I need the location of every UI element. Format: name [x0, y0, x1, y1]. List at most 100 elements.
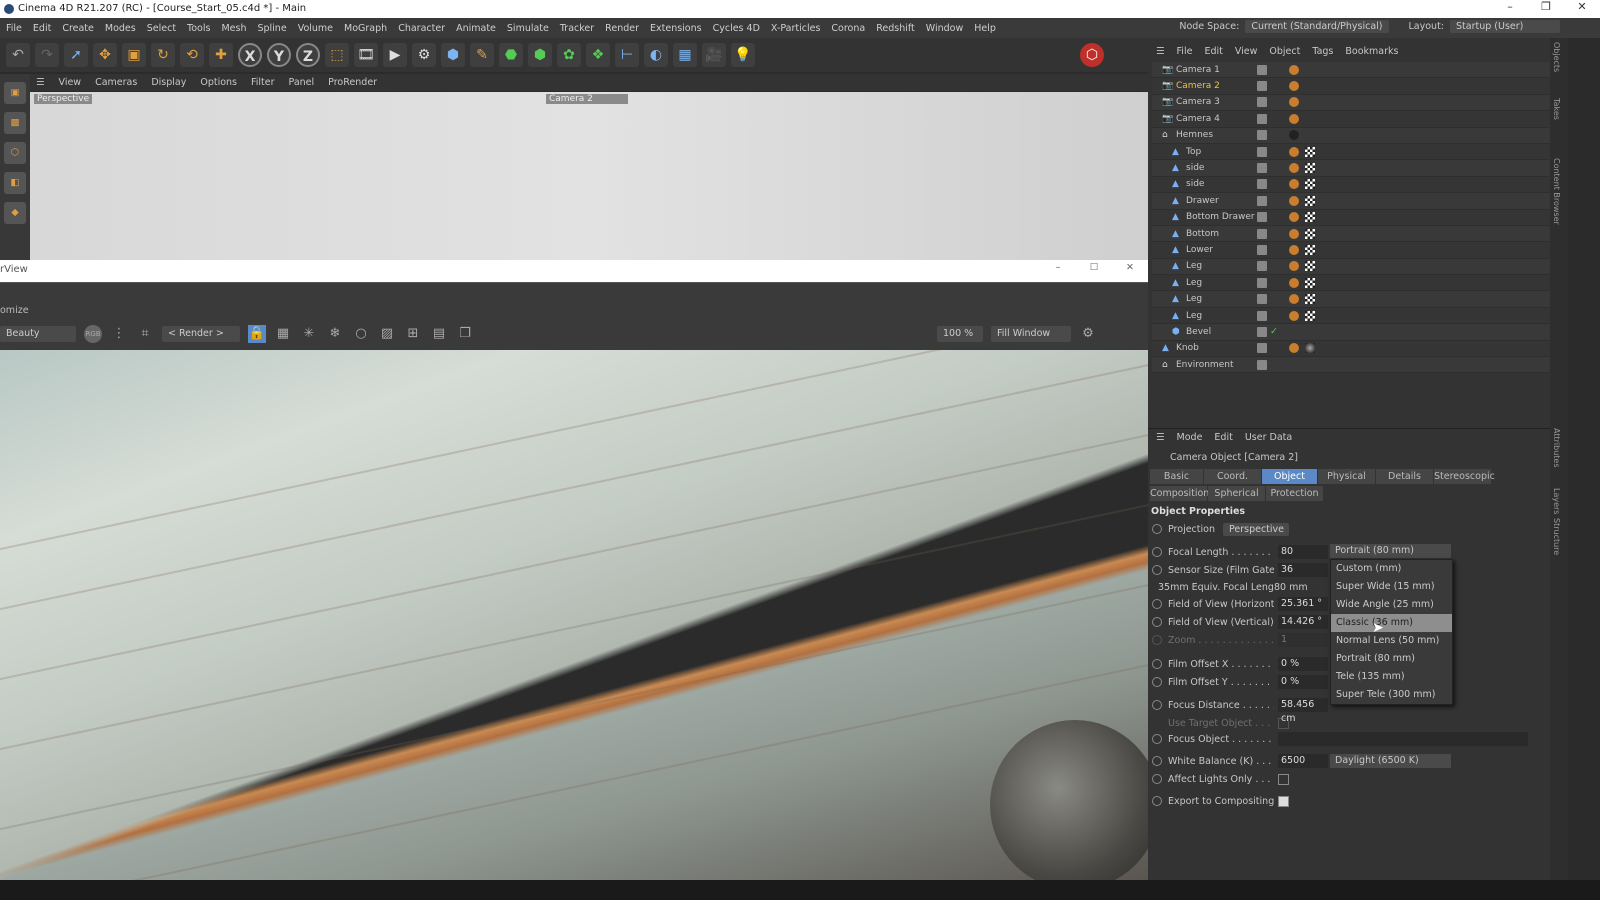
- object-row[interactable]: ▲ Bottom Drawer: [1152, 209, 1550, 226]
- viewport-menu-options[interactable]: Options: [200, 77, 237, 88]
- edges-mode-icon[interactable]: ◆: [4, 202, 26, 224]
- fov-v-input[interactable]: 14.426 °: [1278, 615, 1328, 629]
- focus-distance-input[interactable]: 58.456 cm: [1278, 698, 1328, 724]
- visibility-toggle[interactable]: [1257, 326, 1267, 337]
- sensor-input[interactable]: 36: [1278, 563, 1328, 577]
- menu-corona[interactable]: Corona: [831, 23, 865, 34]
- viewport[interactable]: [30, 92, 1148, 260]
- projection-dropdown[interactable]: Perspective: [1222, 522, 1289, 536]
- preset-option[interactable]: Portrait (80 mm): [1331, 650, 1452, 668]
- menu-window[interactable]: Window: [926, 23, 963, 34]
- render-view-menu-customize[interactable]: omize: [0, 305, 29, 316]
- menu-file[interactable]: File: [6, 23, 22, 34]
- object-row[interactable]: ▲ Leg: [1152, 258, 1550, 276]
- tab-composition[interactable]: Composition: [1150, 486, 1209, 501]
- preset-option[interactable]: Super Wide (15 mm): [1331, 578, 1452, 596]
- circle-icon[interactable]: ○: [352, 325, 370, 343]
- menu-mesh[interactable]: Mesh: [221, 23, 246, 34]
- visibility-toggle[interactable]: [1257, 163, 1267, 174]
- side-tab-layers[interactable]: Layers: [1552, 488, 1561, 514]
- side-tab-takes[interactable]: Takes: [1552, 98, 1561, 120]
- tab-spherical[interactable]: Spherical: [1208, 486, 1266, 501]
- hamburger-icon[interactable]: ☰: [36, 77, 45, 88]
- crop-icon[interactable]: ⌗: [136, 325, 154, 343]
- deformer-icon[interactable]: ⊢: [615, 43, 639, 67]
- protection-tag-icon[interactable]: [1289, 113, 1299, 124]
- checker-material-tag-icon[interactable]: [1305, 179, 1315, 190]
- side-tab-objects[interactable]: Objects: [1552, 42, 1561, 72]
- rgb-channel-icon[interactable]: RGB: [84, 325, 102, 343]
- menu-volume[interactable]: Volume: [298, 23, 333, 34]
- object-row[interactable]: ▲ Leg: [1152, 291, 1550, 308]
- affect-lights-checkbox[interactable]: [1278, 773, 1289, 785]
- tab-basic[interactable]: Basic: [1150, 469, 1204, 484]
- object-row[interactable]: ▲ Leg: [1152, 275, 1550, 292]
- visibility-toggle[interactable]: [1257, 130, 1267, 141]
- visibility-toggle[interactable]: [1257, 310, 1267, 321]
- points-mode-icon[interactable]: ⬡: [4, 142, 26, 164]
- menu-x-particles[interactable]: X-Particles: [771, 23, 821, 34]
- viewport-menu-cameras[interactable]: Cameras: [95, 77, 137, 88]
- snowflake-ag-icon[interactable]: ❄: [326, 325, 344, 343]
- menu-redshift[interactable]: Redshift: [876, 23, 915, 34]
- om-hamburger-icon[interactable]: ☰: [1156, 46, 1165, 57]
- visibility-toggle[interactable]: [1257, 97, 1267, 108]
- phong-tag-icon[interactable]: [1289, 261, 1299, 272]
- phong-tag-icon[interactable]: [1289, 179, 1299, 190]
- animate-radio[interactable]: [1152, 659, 1162, 669]
- material-tag-icon[interactable]: [1305, 343, 1315, 354]
- focal-length-input[interactable]: 80: [1278, 545, 1328, 559]
- menu-render[interactable]: Render: [605, 23, 639, 34]
- y-axis-icon[interactable]: Y: [267, 43, 291, 67]
- visibility-toggle[interactable]: [1257, 244, 1267, 255]
- material-tag-icon[interactable]: [1289, 130, 1299, 141]
- maximize-button[interactable]: ❐: [1528, 0, 1564, 18]
- redshift-icon[interactable]: ⬡: [1080, 43, 1104, 67]
- om-menu-file[interactable]: File: [1177, 46, 1193, 57]
- viewport-menu-panel[interactable]: Panel: [289, 77, 315, 88]
- animate-radio[interactable]: [1152, 774, 1162, 784]
- z-axis-icon[interactable]: Z: [296, 43, 320, 67]
- menu-edit[interactable]: Edit: [33, 23, 51, 34]
- image-icon[interactable]: ▨: [378, 325, 396, 343]
- visibility-toggle[interactable]: [1257, 195, 1267, 206]
- checker-material-tag-icon[interactable]: [1305, 294, 1315, 305]
- object-row[interactable]: ⬢ Bevel ✓: [1152, 324, 1550, 341]
- recent-tools-icon[interactable]: ⟲: [180, 43, 204, 67]
- object-row[interactable]: 📷 Camera 1: [1152, 62, 1550, 79]
- polygons-mode-icon[interactable]: ◧: [4, 172, 26, 194]
- visibility-toggle[interactable]: [1257, 294, 1267, 305]
- subdivision-icon[interactable]: ⬣: [499, 43, 523, 67]
- protection-tag-icon[interactable]: [1289, 81, 1299, 92]
- phong-tag-icon[interactable]: [1289, 277, 1299, 288]
- grid-icon[interactable]: ▦: [274, 325, 292, 343]
- menu-tools[interactable]: Tools: [187, 23, 210, 34]
- menu-help[interactable]: Help: [974, 23, 996, 34]
- object-row[interactable]: ▲ Knob: [1152, 340, 1550, 358]
- render-dropdown[interactable]: < Render >: [162, 326, 240, 342]
- render-region-icon[interactable]: 🎞: [354, 43, 378, 67]
- rv-close-button[interactable]: ✕: [1112, 262, 1148, 273]
- checker-material-tag-icon[interactable]: [1305, 146, 1315, 157]
- scale-tool-icon[interactable]: ▣: [122, 43, 146, 67]
- pen-icon[interactable]: ✎: [470, 43, 494, 67]
- object-row[interactable]: ▲ side: [1152, 160, 1550, 177]
- select-tool-icon[interactable]: ➚: [64, 43, 88, 67]
- node-space-dropdown[interactable]: Current (Standard/Physical): [1245, 20, 1389, 33]
- checker-material-tag-icon[interactable]: [1305, 310, 1315, 321]
- animate-radio[interactable]: [1152, 524, 1162, 534]
- animate-radio[interactable]: [1152, 734, 1162, 744]
- om-menu-object[interactable]: Object: [1269, 46, 1300, 57]
- tab-coord[interactable]: Coord.: [1204, 469, 1262, 484]
- viewport-menu-prorender[interactable]: ProRender: [328, 77, 377, 88]
- fov-h-input[interactable]: 25.361 °: [1278, 597, 1328, 611]
- visibility-toggle[interactable]: [1257, 343, 1267, 354]
- phong-tag-icon[interactable]: [1289, 195, 1299, 206]
- undo-icon[interactable]: ↶: [6, 43, 30, 67]
- floor-icon[interactable]: ▦: [673, 43, 697, 67]
- preset-option[interactable]: Normal Lens (50 mm): [1331, 632, 1452, 650]
- render-view-icon[interactable]: ▶: [383, 43, 407, 67]
- field-icon[interactable]: ◐: [644, 43, 668, 67]
- menu-modes[interactable]: Modes: [105, 23, 136, 34]
- animate-radio[interactable]: [1152, 700, 1162, 710]
